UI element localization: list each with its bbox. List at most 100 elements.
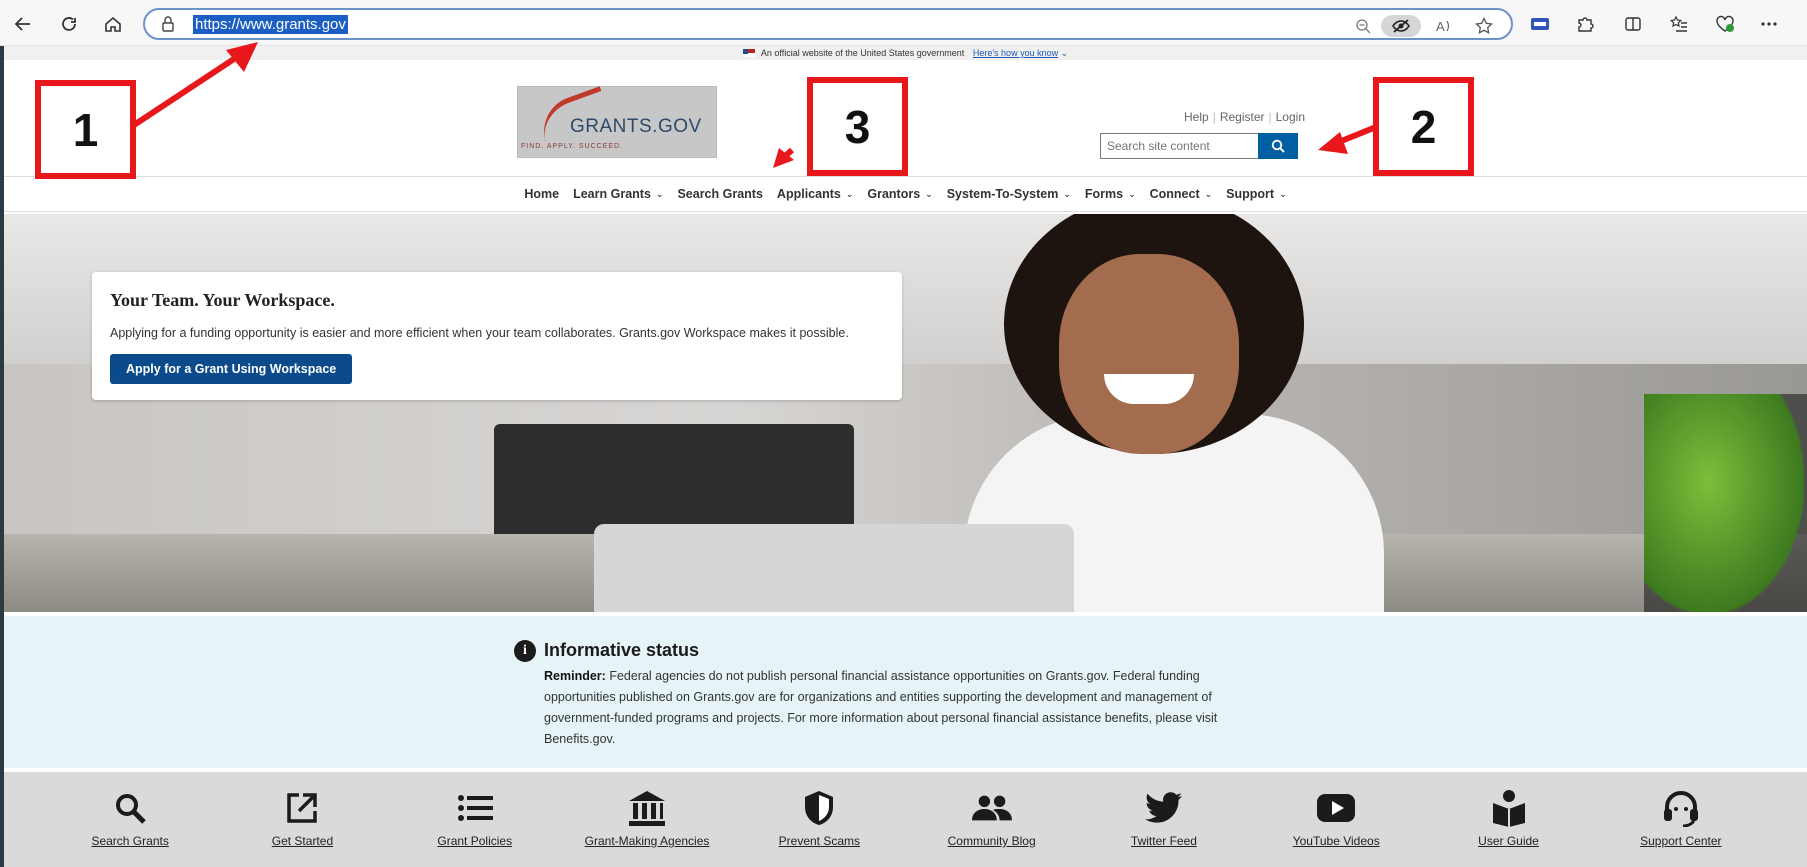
home-icon[interactable] (100, 11, 126, 37)
chevron-down-icon: ⌄ (1279, 188, 1287, 199)
nav-item-label: Grantors (867, 187, 921, 201)
search-input[interactable] (1100, 133, 1259, 159)
heres-how-you-know-link[interactable]: Here's how you know (973, 48, 1058, 58)
gov-banner: An official website of the United States… (4, 46, 1807, 60)
logo-tagline: FIND. APPLY. SUCCEED. (521, 143, 624, 150)
quick-link-get-started[interactable]: Get Started (227, 772, 377, 867)
chevron-down-icon: ⌄ (1128, 188, 1136, 199)
hero-banner: Your Team. Your Workspace. Applying for … (4, 214, 1807, 612)
nav-item-forms[interactable]: Forms ⌄ (1085, 187, 1136, 201)
quick-link-label[interactable]: Prevent Scams (779, 834, 860, 848)
shield-icon (799, 788, 839, 828)
user-guide-icon (1489, 788, 1529, 828)
quick-link-label[interactable]: Grant Policies (437, 834, 512, 848)
annotation-box-3: 3 (807, 77, 908, 176)
main-navigation: Home Learn Grants ⌄ Search Grants Applicants… (4, 176, 1807, 212)
address-bar[interactable]: https://www.grants.gov A (143, 8, 1513, 40)
quick-link-label[interactable]: Community Blog (948, 834, 1036, 848)
nav-item-applicants[interactable]: Applicants ⌄ (777, 187, 853, 201)
twitter-icon (1144, 788, 1184, 828)
back-icon[interactable] (10, 11, 36, 37)
nav-item-support[interactable]: Support ⌄ (1226, 187, 1286, 201)
browser-toolbar: https://www.grants.gov A (0, 0, 1807, 46)
puzzle-icon[interactable] (1572, 11, 1598, 37)
quick-link-prevent-scams[interactable]: Prevent Scams (744, 772, 894, 867)
nav-item-home[interactable]: Home (524, 187, 559, 201)
chevron-down-icon: ⌄ (655, 188, 664, 199)
youtube-icon (1316, 788, 1356, 828)
utility-links: Help | Register | Login (1184, 110, 1305, 124)
quick-link-label[interactable]: Search Grants (91, 834, 168, 848)
nav-item-system-to-system[interactable]: System-To-System ⌄ (947, 187, 1071, 201)
login-link[interactable]: Login (1276, 110, 1305, 124)
quick-link-twitter-feed[interactable]: Twitter Feed (1089, 772, 1239, 867)
quick-link-label[interactable]: Support Center (1640, 834, 1721, 848)
nav-item-label: Connect (1149, 187, 1200, 201)
quick-link-grant-making-agencies[interactable]: Grant-Making Agencies (572, 772, 722, 867)
hero-person-face (1059, 254, 1239, 454)
hero-laptop (594, 524, 1074, 612)
nav-item-grantors[interactable]: Grantors ⌄ (867, 187, 932, 201)
quick-link-community-blog[interactable]: Community Blog (917, 772, 1067, 867)
chevron-down-icon: ⌄ (845, 188, 854, 199)
split-screen-icon[interactable] (1620, 11, 1646, 37)
external-link-icon (282, 788, 322, 828)
chevron-down-icon: ⌄ (925, 188, 933, 199)
nav-item-label: Support (1226, 187, 1275, 201)
nav-item-learn-grants[interactable]: Learn Grants ⌄ (573, 187, 663, 201)
more-icon[interactable] (1756, 11, 1782, 37)
nav-item-label: Home (524, 187, 560, 201)
search-icon (1271, 139, 1285, 153)
bank-icon (627, 788, 667, 828)
nav-item-connect[interactable]: Connect ⌄ (1150, 187, 1213, 201)
people-icon (971, 788, 1012, 828)
nav-item-label: Forms (1084, 187, 1124, 201)
refresh-icon[interactable] (56, 11, 82, 37)
quick-link-search-grants[interactable]: Search Grants (55, 772, 205, 867)
quick-link-label[interactable]: Twitter Feed (1131, 834, 1197, 848)
info-text: Reminder: Federal agencies do not publis… (544, 666, 1264, 750)
grants-gov-logo[interactable]: GRANTS.GOV FIND. APPLY. SUCCEED. (517, 86, 717, 158)
annotation-box-2: 2 (1373, 77, 1474, 176)
quick-link-label[interactable]: Grant-Making Agencies (585, 834, 710, 848)
list-icon (455, 788, 495, 828)
browser-essentials-icon[interactable] (1712, 11, 1738, 37)
hero-title: Your Team. Your Workspace. (110, 290, 335, 310)
quick-link-grant-policies[interactable]: Grant Policies (400, 772, 550, 867)
lock-icon[interactable] (161, 15, 175, 38)
quick-link-support-center[interactable]: Support Center (1606, 772, 1756, 867)
favorites-icon[interactable] (1666, 11, 1692, 37)
extension-icon[interactable] (1527, 11, 1553, 37)
register-link[interactable]: Register (1220, 110, 1265, 124)
apply-workspace-button[interactable]: Apply for a Grant Using Workspace (110, 354, 353, 384)
zoom-out-icon[interactable] (1352, 15, 1374, 37)
url-text[interactable]: https://www.grants.gov (193, 15, 348, 34)
read-aloud-icon[interactable]: A (1433, 15, 1455, 37)
favorite-star-icon[interactable] (1473, 15, 1495, 37)
us-flag-icon (742, 49, 755, 57)
hero-plant (1644, 394, 1804, 612)
svg-text:A: A (1436, 19, 1445, 34)
reminder-text: Federal agencies do not publish personal… (544, 669, 1218, 746)
quick-link-youtube-videos[interactable]: YouTube Videos (1261, 772, 1411, 867)
info-icon: i (514, 640, 536, 662)
search-button[interactable] (1258, 133, 1298, 159)
help-link[interactable]: Help (1184, 110, 1209, 124)
nav-item-search-grants[interactable]: Search Grants (677, 187, 762, 201)
chevron-down-icon: ⌄ (1204, 188, 1213, 199)
divider: | (1268, 110, 1272, 124)
chevron-down-icon[interactable]: ⌄ (1061, 48, 1069, 58)
quick-link-label[interactable]: YouTube Videos (1293, 834, 1380, 848)
headset-icon (1661, 788, 1701, 828)
tracking-prevention-icon[interactable] (1381, 15, 1421, 37)
divider: | (1212, 110, 1216, 124)
quick-links: Search Grants Get Started Grant Policies Gr… (4, 772, 1807, 867)
info-title: Informative status (544, 640, 700, 660)
quick-link-label[interactable]: Get Started (272, 834, 333, 848)
informative-status: i Informative status Reminder: Federal a… (4, 616, 1807, 768)
site-search (1100, 133, 1300, 159)
quick-link-user-guide[interactable]: User Guide (1434, 772, 1584, 867)
quick-link-label[interactable]: User Guide (1478, 834, 1539, 848)
gov-banner-text: An official website of the United States… (760, 48, 965, 58)
hero-body: Applying for a funding opportunity is ea… (110, 326, 849, 340)
